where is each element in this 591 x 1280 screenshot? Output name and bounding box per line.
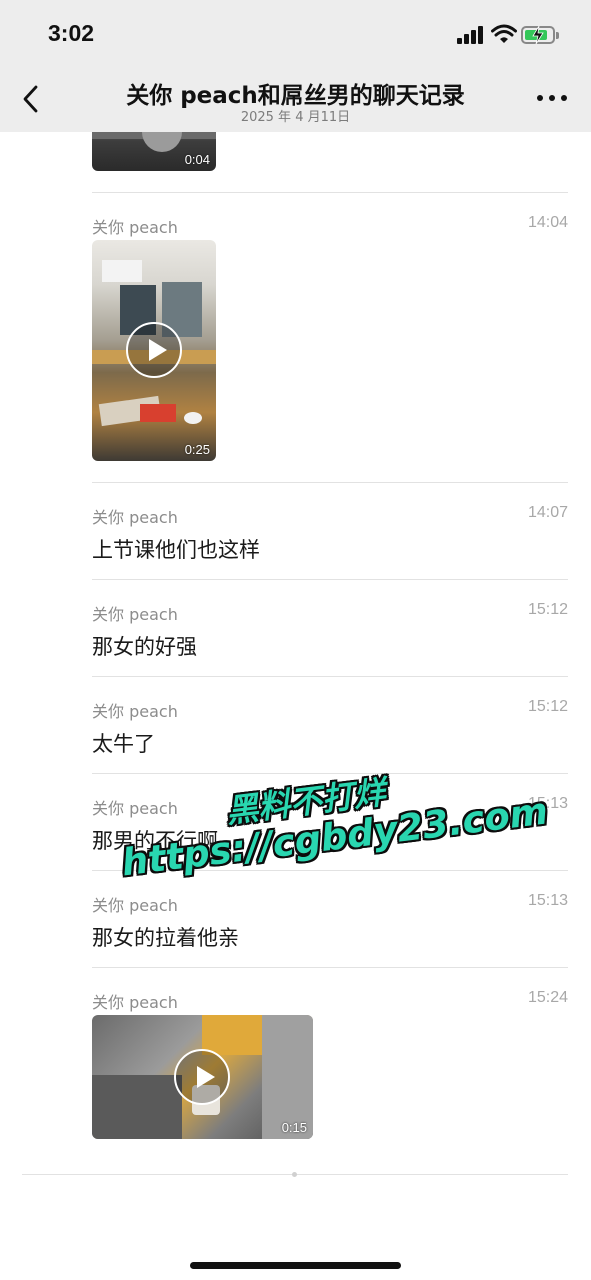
video-thumbnail[interactable]: 0:04 [92,132,216,171]
divider [92,870,568,871]
divider [92,773,568,774]
divider [92,192,568,193]
page-title: 关你 peach和屌丝男的聊天记录 [126,83,465,109]
message-text: 那男的不行啊 [92,829,218,853]
message-time: 15:12 [527,601,568,618]
home-indicator[interactable] [190,1262,401,1269]
sender-name: 关你 peach [92,993,178,1012]
sender-name: 关你 peach [92,896,178,915]
list-item: 关你 peach 14:04 0:25 [92,214,568,464]
list-item: 0:04 [92,132,568,172]
message-text: 太牛了 [92,732,155,756]
message-time: 15:13 [527,795,568,812]
list-item: 关你 peach 15:12 太牛了 [92,698,568,768]
signal-icon [457,26,485,44]
sender-name: 关你 peach [92,218,178,237]
video-thumbnail[interactable]: 0:15 [92,1015,313,1139]
message-text: 那女的拉着他亲 [92,926,239,950]
status-icons [457,24,567,46]
video-duration: 0:15 [281,1120,307,1135]
end-dot [292,1172,297,1177]
battery-charging-icon [521,26,559,44]
divider [92,579,568,580]
message-time: 15:13 [527,892,568,909]
list-item: 关你 peach 15:12 那女的好强 [92,601,568,671]
play-icon[interactable] [126,322,182,378]
message-text: 那女的好强 [92,635,197,659]
sender-name: 关你 peach [92,799,178,818]
wifi-icon [491,24,517,43]
video-thumbnail[interactable]: 0:25 [92,240,216,461]
list-item: 关你 peach 14:07 上节课他们也这样 [92,504,568,574]
message-time: 14:04 [527,214,568,231]
message-text: 上节课他们也这样 [92,538,260,562]
chat-history-list: 0:04 关你 peach 14:04 0:25 关你 peach 14:07 … [0,132,591,1280]
status-time: 3:02 [48,20,95,46]
divider [92,676,568,677]
message-time: 15:12 [527,698,568,715]
divider [92,482,568,483]
divider [92,967,568,968]
message-time: 15:24 [527,989,568,1006]
message-time: 14:07 [527,504,568,521]
sender-name: 关你 peach [92,508,178,527]
list-item: 关你 peach 15:24 0:15 [92,989,568,1149]
list-item: 关你 peach 15:13 那女的拉着他亲 [92,892,568,962]
video-duration: 0:04 [184,152,210,167]
sender-name: 关你 peach [92,702,178,721]
back-chevron-icon[interactable] [18,84,46,114]
page-subtitle-date: 2025 年 4 月11日 [240,110,351,125]
top-bar: 3:02 关你 peach和屌丝男的聊天记录 2025 年 4 月11日 [0,0,591,132]
video-duration: 0:25 [184,442,210,457]
list-item: 关你 peach 15:13 那男的不行啊 [92,795,568,865]
sender-name: 关你 peach [92,605,178,624]
more-icon[interactable] [537,90,567,106]
play-icon[interactable] [174,1049,230,1105]
